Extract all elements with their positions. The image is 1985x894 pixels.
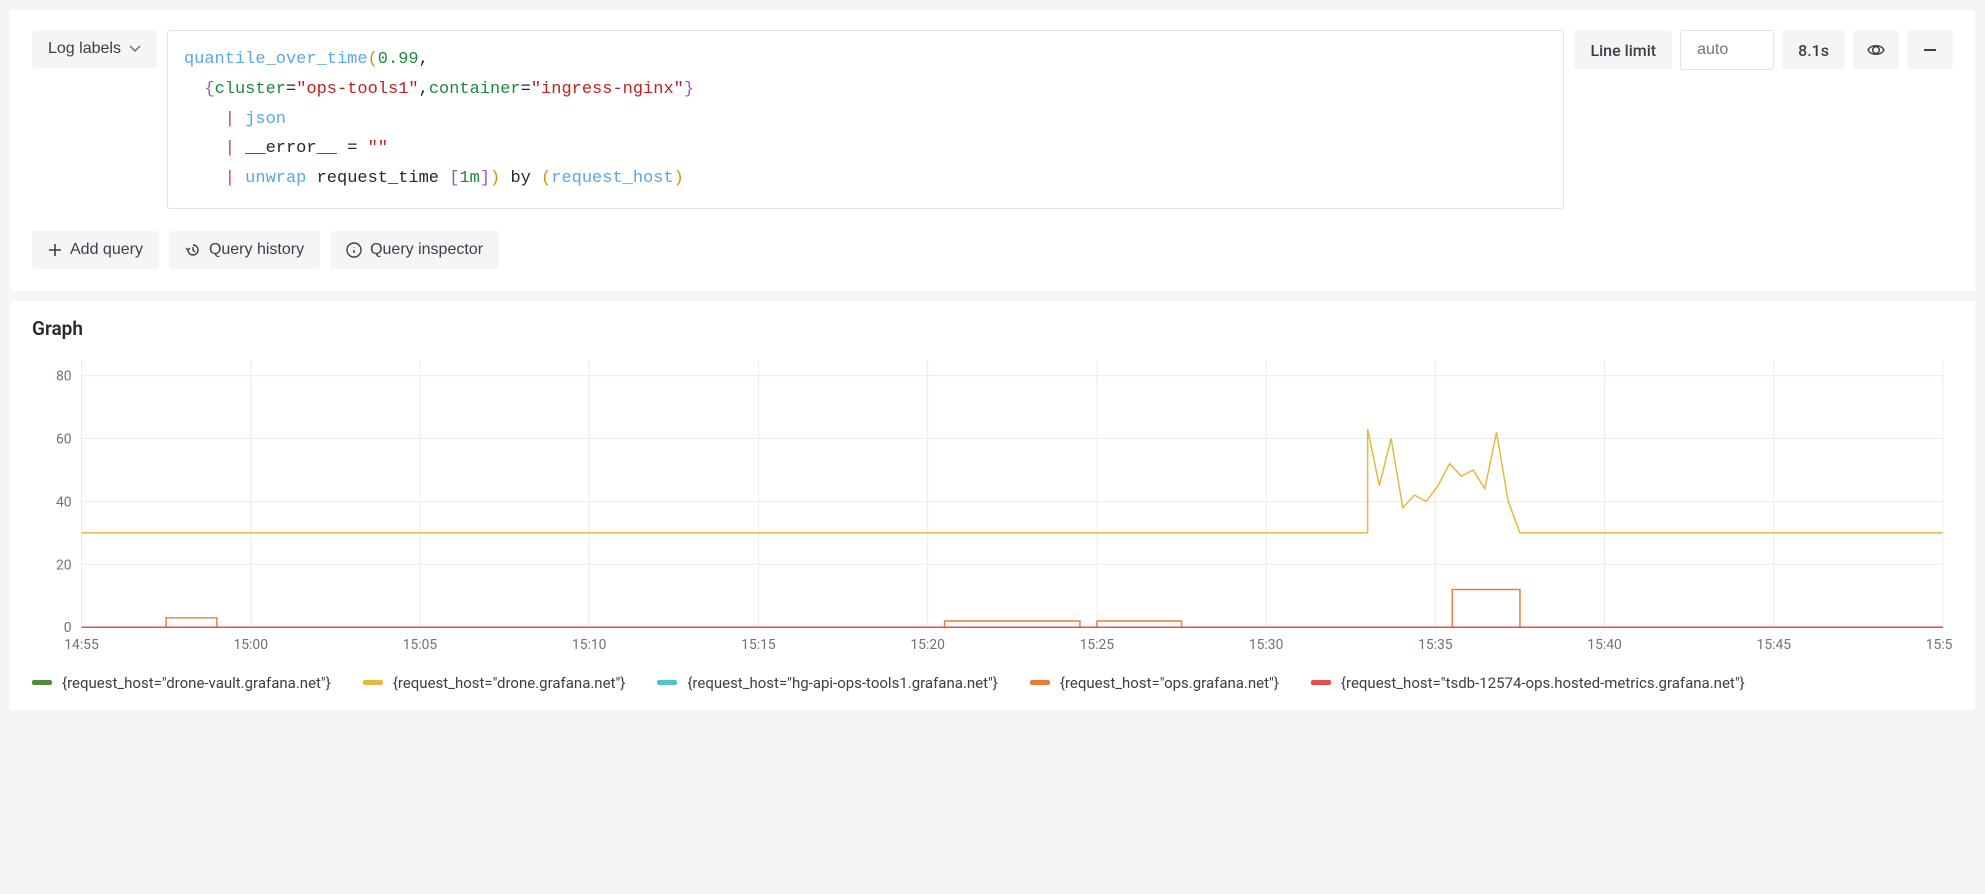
svg-text:15:25: 15:25 [1080,637,1115,653]
svg-text:15:15: 15:15 [741,637,776,653]
line-limit-input[interactable] [1680,30,1774,70]
legend-swatch [657,680,677,685]
legend-item[interactable]: {request_host="tsdb-12574-ops.hosted-met… [1311,674,1745,692]
svg-text:60: 60 [56,431,72,447]
legend-swatch [1311,680,1331,685]
line-limit-label: Line limit [1574,30,1672,70]
chart-legend: {request_host="drone-vault.grafana.net"}… [32,674,1953,692]
add-query-label: Add query [70,241,143,259]
graph-title: Graph [32,317,1953,340]
legend-label: {request_host="drone-vault.grafana.net"} [62,674,331,692]
query-panel: Log labels quantile_over_time(0.99, {clu… [10,10,1975,291]
minus-icon [1922,42,1938,58]
log-labels-label: Log labels [48,40,121,58]
svg-text:15:35: 15:35 [1418,637,1453,653]
legend-swatch [32,680,52,685]
legend-label: {request_host="tsdb-12574-ops.hosted-met… [1341,674,1745,692]
history-icon [185,242,201,258]
log-labels-button[interactable]: Log labels [32,30,157,68]
svg-text:15:20: 15:20 [910,637,945,653]
plus-icon [48,243,62,257]
svg-text:15:00: 15:00 [233,637,268,653]
svg-text:15:45: 15:45 [1757,637,1792,653]
legend-item[interactable]: {request_host="hg-api-ops-tools1.grafana… [657,674,998,692]
add-query-button[interactable]: Add query [32,231,159,269]
legend-label: {request_host="ops.grafana.net"} [1060,674,1279,692]
svg-text:15:30: 15:30 [1249,637,1284,653]
query-history-label: Query history [209,241,304,259]
chart-svg: 0 20 40 60 80 14:55 15:00 15:05 15:10 15:15 15:20 1… [32,350,1953,657]
query-inspector-button[interactable]: Query inspector [330,231,499,269]
svg-text:15:40: 15:40 [1587,637,1622,653]
svg-text:15:10: 15:10 [572,637,607,653]
right-controls: Line limit 8.1s [1574,30,1953,70]
svg-text:0: 0 [64,620,72,636]
legend-swatch [363,680,383,685]
query-inspector-label: Query inspector [370,241,483,259]
chevron-down-icon [129,45,141,53]
svg-text:15:05: 15:05 [403,637,438,653]
svg-text:15:50: 15:50 [1926,637,1953,653]
eye-icon [1867,41,1885,59]
svg-text:14:55: 14:55 [64,637,99,653]
graph-panel: Graph 0 20 40 60 80 14:55 15:00 15:05 15:10 15:15… [10,301,1975,710]
legend-label: {request_host="hg-api-ops-tools1.grafana… [687,674,998,692]
info-icon [346,242,362,258]
legend-item[interactable]: {request_host="drone-vault.grafana.net"} [32,674,331,692]
chart-area[interactable]: 0 20 40 60 80 14:55 15:00 15:05 15:10 15:15 15:20 1… [32,350,1953,660]
legend-item[interactable]: {request_host="drone.grafana.net"} [363,674,626,692]
svg-text:80: 80 [56,368,72,384]
svg-text:40: 40 [56,494,72,510]
live-preview-button[interactable] [1853,30,1899,70]
legend-item[interactable]: {request_host="ops.grafana.net"} [1030,674,1279,692]
svg-text:20: 20 [56,557,72,573]
query-duration-badge: 8.1s [1782,30,1845,70]
query-input[interactable]: quantile_over_time(0.99, {cluster="ops-t… [167,30,1565,209]
query-history-button[interactable]: Query history [169,231,320,269]
remove-query-button[interactable] [1907,30,1953,70]
legend-label: {request_host="drone.grafana.net"} [393,674,626,692]
legend-swatch [1030,680,1050,685]
